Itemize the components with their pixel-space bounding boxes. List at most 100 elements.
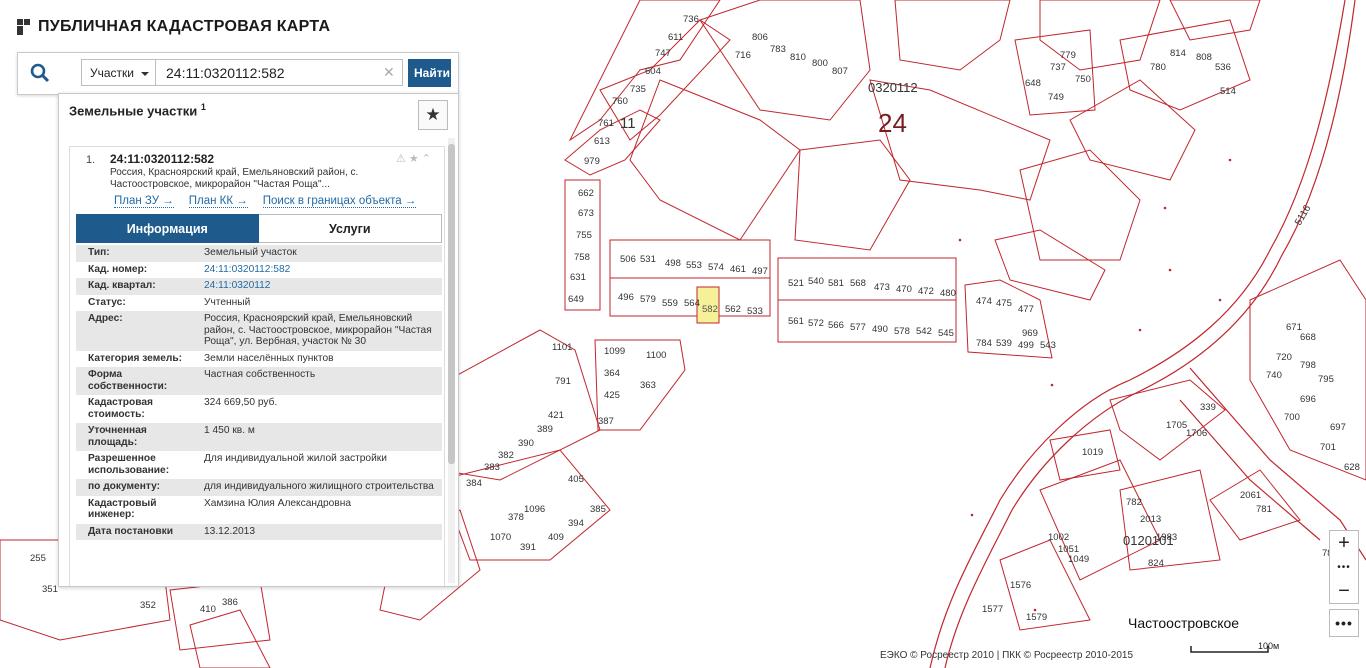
svg-text:475: 475 xyxy=(996,298,1012,309)
result-address: Россия, Красноярский край, Емельяновский… xyxy=(110,167,359,190)
svg-text:1096: 1096 xyxy=(524,504,545,515)
info-value: Россия, Красноярский край, Емельяновский… xyxy=(192,311,442,351)
svg-text:737: 737 xyxy=(1050,62,1066,73)
svg-text:781: 781 xyxy=(1256,504,1272,515)
category-select[interactable]: Участки xyxy=(81,59,155,86)
category-select-value: Участки xyxy=(90,66,134,80)
info-key: по документу: xyxy=(76,479,192,496)
table-row: Кадастровая стоимость: 324 669,50 руб. xyxy=(76,395,442,423)
svg-text:387: 387 xyxy=(598,416,614,427)
svg-text:536: 536 xyxy=(1215,62,1231,73)
svg-text:559: 559 xyxy=(662,298,678,309)
plan-kk-link[interactable]: План КК → xyxy=(188,195,248,208)
svg-text:696: 696 xyxy=(1300,394,1316,405)
place-name: Частоостровское xyxy=(1128,615,1239,631)
svg-text:568: 568 xyxy=(850,278,866,289)
result-card: 1. 24:11:0320112:582 ⚠★⌃ Россия, Красноя… xyxy=(69,146,445,586)
panel-title: Земельные участки 1 xyxy=(69,102,206,118)
svg-text:761: 761 xyxy=(598,118,614,129)
svg-text:814: 814 xyxy=(1170,48,1186,59)
svg-text:364: 364 xyxy=(604,368,620,379)
info-table: Тип: Земельный участок Кад. номер: 24:11:0… xyxy=(76,245,442,540)
svg-text:750: 750 xyxy=(1075,74,1091,85)
search-icon[interactable] xyxy=(28,61,52,85)
svg-text:562: 562 xyxy=(725,304,741,315)
svg-text:1070: 1070 xyxy=(490,532,511,543)
svg-text:611: 611 xyxy=(668,32,683,43)
svg-text:807: 807 xyxy=(832,66,848,77)
zoom-out-button[interactable]: − xyxy=(1330,579,1358,603)
svg-text:628: 628 xyxy=(1344,462,1360,473)
svg-text:553: 553 xyxy=(686,260,702,271)
svg-text:780: 780 xyxy=(1150,62,1166,73)
svg-text:499: 499 xyxy=(1018,340,1034,351)
info-key: Кад. номер: xyxy=(88,263,148,275)
info-value: Учтенный xyxy=(204,296,251,308)
search-in-bounds-link[interactable]: Поиск в границах объекта → xyxy=(262,195,417,208)
svg-text:581: 581 xyxy=(828,278,844,289)
svg-text:497: 497 xyxy=(752,266,768,277)
info-key: Кадастровый инженер: xyxy=(88,497,157,521)
svg-text:352: 352 xyxy=(140,600,156,611)
svg-text:648: 648 xyxy=(1025,78,1041,89)
svg-text:795: 795 xyxy=(1318,374,1334,385)
svg-text:521: 521 xyxy=(788,278,804,289)
find-button[interactable]: Найти xyxy=(408,59,451,87)
result-action-icons[interactable]: ⚠★⌃ xyxy=(396,152,434,165)
tab-information[interactable]: Информация xyxy=(76,214,259,243)
panel-scrollbar[interactable] xyxy=(448,138,455,583)
svg-text:668: 668 xyxy=(1300,332,1316,343)
result-number[interactable]: 24:11:0320112:582 xyxy=(110,152,214,166)
svg-text:578: 578 xyxy=(894,326,910,337)
svg-text:506: 506 xyxy=(620,254,636,265)
info-value-link[interactable]: 24:11:0320112:582 xyxy=(192,262,442,279)
svg-text:1576: 1576 xyxy=(1010,580,1031,591)
info-value-link[interactable]: 24:11:0320112 xyxy=(192,278,442,295)
svg-text:579: 579 xyxy=(640,294,656,305)
scroll-thumb[interactable] xyxy=(448,144,455,464)
svg-text:810: 810 xyxy=(790,52,806,63)
svg-text:384: 384 xyxy=(466,478,482,489)
plan-zu-link[interactable]: План ЗУ → xyxy=(114,195,174,208)
zoom-slider-handle[interactable]: ••• xyxy=(1330,555,1358,579)
svg-text:791: 791 xyxy=(555,376,571,387)
clear-icon[interactable]: ✕ xyxy=(383,64,395,81)
svg-text:474: 474 xyxy=(976,296,992,307)
search-input[interactable] xyxy=(155,59,403,86)
info-value: для индивидуального жилищного строительс… xyxy=(192,479,442,496)
svg-text:740: 740 xyxy=(1266,370,1282,381)
svg-text:736: 736 xyxy=(683,14,699,25)
app-title: ПУБЛИЧНАЯ КАДАСТРОВАЯ КАРТА xyxy=(38,18,331,35)
zoom-in-button[interactable]: + xyxy=(1330,531,1358,555)
svg-text:405: 405 xyxy=(568,474,584,485)
svg-text:461: 461 xyxy=(730,264,746,275)
search-bar: Участки ✕ Найти xyxy=(17,52,459,95)
svg-text:1706: 1706 xyxy=(1186,428,1207,439)
favorites-star-button[interactable]: ★ xyxy=(418,100,448,130)
svg-text:800: 800 xyxy=(812,58,828,69)
svg-text:979: 979 xyxy=(584,156,600,167)
svg-text:1579: 1579 xyxy=(1026,612,1047,623)
svg-text:383: 383 xyxy=(484,462,500,473)
svg-text:542: 542 xyxy=(916,326,932,337)
info-value: Земли населённых пунктов xyxy=(204,352,334,364)
svg-text:779: 779 xyxy=(1060,50,1076,61)
info-key: Разрешенное использование: xyxy=(88,453,170,476)
more-options-button[interactable]: ••• xyxy=(1329,609,1359,637)
svg-text:410: 410 xyxy=(200,604,216,615)
svg-text:1101: 1101 xyxy=(552,342,572,353)
info-key: Уточненная площадь: xyxy=(76,423,192,451)
svg-text:2013: 2013 xyxy=(1140,514,1161,525)
svg-text:390: 390 xyxy=(518,438,534,449)
info-value: 1 450 кв. м xyxy=(192,423,442,451)
svg-text:1049: 1049 xyxy=(1068,554,1089,565)
result-count: 1 xyxy=(200,102,206,112)
table-row: Кадастровый инженер: Хамзина Юлия Алексан… xyxy=(76,496,442,524)
table-row: Дата постановки 13.12.2013 xyxy=(76,523,442,540)
table-row: Форма собственности: Частная собственност… xyxy=(76,367,442,395)
svg-text:1577: 1577 xyxy=(982,604,1003,615)
block-label: 0320112 xyxy=(868,80,918,95)
svg-text:531: 531 xyxy=(640,254,656,265)
svg-text:425: 425 xyxy=(604,390,620,401)
tab-services[interactable]: Услуги xyxy=(258,214,442,243)
